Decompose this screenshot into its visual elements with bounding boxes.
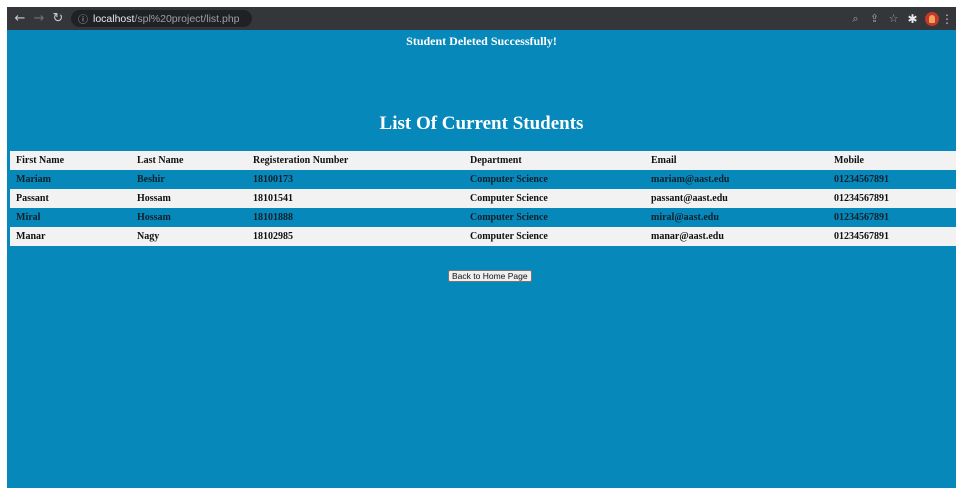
share-icon[interactable]: ⇪ [865,10,884,28]
header-email: Email [645,151,828,170]
header-registration-number: Registeration Number [247,151,464,170]
table-row: Passant Hossam 18101541 Computer Science… [10,189,956,208]
cell-department: Computer Science [464,170,645,189]
cell-mobile: 01234567891 [828,189,956,208]
table-row: Mariam Beshir 18100173 Computer Science … [10,170,956,189]
reload-icon[interactable]: ↻ [49,10,67,28]
extensions-puzzle-icon[interactable]: ✱ [903,10,922,28]
toolbar-actions: ⌕ ⇪ ☆ ✱ ⋮ [846,7,953,30]
students-table: First Name Last Name Registeration Numbe… [10,151,956,246]
address-bar[interactable]: ⓘ localhost/spl%20project/list.php [71,10,252,27]
cell-email: passant@aast.edu [645,189,828,208]
zoom-icon[interactable]: ⌕ [846,10,865,28]
cell-department: Computer Science [464,227,645,246]
url-host: localhost [93,12,135,25]
cell-first-name: Miral [10,208,131,227]
cell-registration-number: 18102985 [247,227,464,246]
bookmark-star-icon[interactable]: ☆ [884,10,903,28]
cell-registration-number: 18100173 [247,170,464,189]
url-text[interactable]: localhost/spl%20project/list.php [93,13,240,25]
cell-mobile: 01234567891 [828,208,956,227]
table-row: Miral Hossam 18101888 Computer Science m… [10,208,956,227]
site-info-icon[interactable]: ⓘ [78,11,88,26]
table-header-row: First Name Last Name Registeration Numbe… [10,151,956,170]
page-content: Student Deleted Successfully! List Of Cu… [7,30,956,488]
cell-first-name: Mariam [10,170,131,189]
menu-dots-icon[interactable]: ⋮ [941,10,953,28]
cell-email: miral@aast.edu [645,208,828,227]
back-to-home-button[interactable]: Back to Home Page [448,270,532,282]
cell-first-name: Manar [10,227,131,246]
cell-mobile: 01234567891 [828,170,956,189]
cell-first-name: Passant [10,189,131,208]
header-department: Department [464,151,645,170]
cell-last-name: Hossam [131,208,247,227]
browser-toolbar: ← → ↻ ⓘ localhost/spl%20project/list.php… [7,7,956,30]
cell-last-name: Beshir [131,170,247,189]
cell-registration-number: 18101541 [247,189,464,208]
cell-last-name: Nagy [131,227,247,246]
header-mobile: Mobile [828,151,956,170]
profile-avatar[interactable] [925,11,939,26]
header-first-name: First Name [10,151,131,170]
cell-department: Computer Science [464,208,645,227]
cell-last-name: Hossam [131,189,247,208]
cell-department: Computer Science [464,189,645,208]
forward-arrow-icon[interactable]: → [30,10,48,28]
url-path: /spl%20project/list.php [134,12,240,25]
table-row: Manar Nagy 18102985 Computer Science man… [10,227,956,246]
cell-email: manar@aast.edu [645,227,828,246]
page-title: List Of Current Students [379,113,584,134]
cell-email: mariam@aast.edu [645,170,828,189]
cell-mobile: 01234567891 [828,227,956,246]
back-arrow-icon[interactable]: ← [11,10,29,28]
cell-registration-number: 18101888 [247,208,464,227]
browser-window: ← → ↻ ⓘ localhost/spl%20project/list.php… [7,7,956,488]
status-message: Student Deleted Successfully! [406,34,557,48]
header-last-name: Last Name [131,151,247,170]
